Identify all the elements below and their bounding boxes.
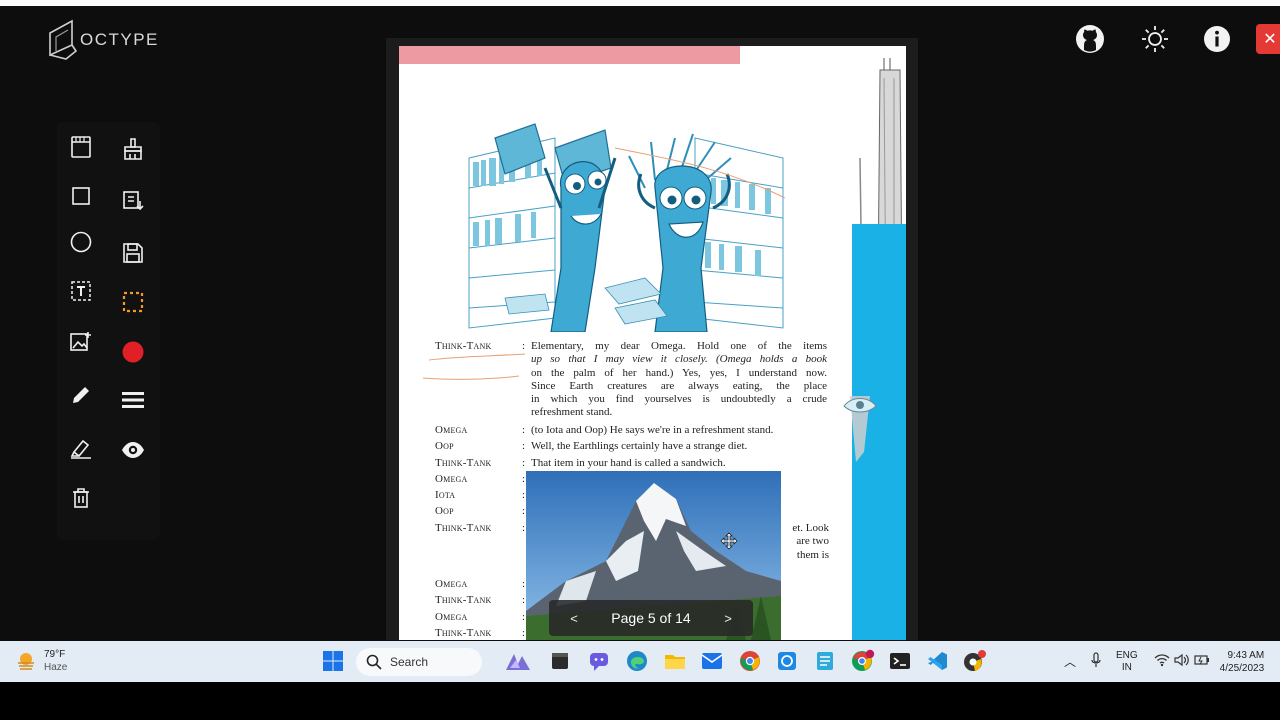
battery-icon[interactable] — [1194, 654, 1210, 669]
speaker-name: Oop — [435, 440, 454, 452]
drawing-toolbar — [57, 122, 160, 540]
library-illustration — [465, 123, 785, 332]
page-indicator: Page 5 of 14 — [611, 610, 691, 626]
speaker-name: Omega — [435, 424, 468, 436]
speaker-name: Omega — [435, 611, 468, 623]
taskbar: 79°F Haze Search ︿ ENG IN 9:43 AM 4/25/2… — [0, 641, 1280, 682]
page-header-bar — [399, 46, 740, 64]
snipping-tool-icon[interactable] — [775, 649, 799, 673]
tray-expand-icon[interactable]: ︿ — [1062, 653, 1078, 670]
pencil-icon[interactable] — [64, 378, 98, 412]
speaker-name: Omega — [435, 473, 468, 485]
document-icon[interactable] — [64, 130, 98, 164]
sun-icon[interactable] — [1138, 22, 1172, 56]
logo-mark-icon — [49, 19, 78, 60]
add-image-icon[interactable] — [64, 325, 98, 359]
dialogue-text: et. Look are two them is — [792, 522, 829, 561]
dialogue-text: That item in your hand is called a sandw… — [531, 457, 726, 469]
pencil-eye-icon — [843, 396, 877, 462]
chrome-profile-icon[interactable] — [851, 649, 875, 673]
close-icon[interactable]: ✕ — [1256, 24, 1280, 54]
chrome-icon[interactable] — [738, 649, 762, 673]
app-logo: OCTYPE — [46, 14, 159, 62]
next-page-button[interactable]: > — [717, 611, 739, 626]
clock-time: 9:43 AM — [1227, 649, 1265, 661]
dialogue-text: Well, the Earthlings certainly have a st… — [531, 440, 748, 452]
search-input[interactable]: Search — [356, 648, 482, 676]
haze-weather-icon — [18, 653, 34, 670]
volume-icon[interactable] — [1174, 653, 1190, 670]
color-dot[interactable] — [116, 335, 150, 369]
chat-icon[interactable] — [587, 649, 611, 673]
notepad-icon[interactable] — [813, 649, 837, 673]
top-edge — [0, 0, 1280, 6]
app-window: OCTYPE ✕ Think-Tank: Elementary, my dea… — [0, 0, 1280, 720]
save-icon[interactable] — [116, 236, 150, 270]
eraser-brush-icon[interactable] — [116, 132, 150, 166]
clock-date: 4/25/2023 — [1219, 662, 1265, 674]
speaker-name: Oop — [435, 505, 454, 517]
highlighter-icon[interactable] — [64, 431, 98, 465]
mail-icon[interactable] — [700, 649, 724, 673]
trash-icon[interactable] — [64, 481, 98, 515]
weather-widget[interactable]: 79°F Haze — [16, 648, 67, 674]
microphone-icon[interactable] — [1090, 652, 1102, 671]
speaker-name: Think-Tank — [435, 627, 492, 639]
search-label: Search — [390, 655, 429, 669]
speaker-name: Think-Tank — [435, 340, 492, 352]
weather-desc: Haze — [44, 662, 68, 673]
region-code: IN — [1121, 661, 1132, 673]
square-icon[interactable] — [64, 179, 98, 213]
speaker-name: Omega — [435, 578, 468, 590]
letterbox-bottom — [0, 682, 1280, 720]
eye-icon[interactable] — [116, 433, 150, 467]
language-indicator[interactable]: ENG IN — [1116, 650, 1138, 674]
console-icon[interactable] — [888, 649, 912, 673]
vscode-icon[interactable] — [925, 649, 949, 673]
speaker-name: Think-Tank — [435, 522, 492, 534]
text-box-icon[interactable] — [64, 274, 98, 308]
logo-text: OCTYPE — [80, 30, 159, 49]
language-code: ENG — [1116, 649, 1138, 661]
search-icon — [366, 654, 382, 670]
clock[interactable]: 9:43 AM 4/25/2023 — [1220, 649, 1265, 675]
dialogue-text: Elementary, my dear Omega. Hold one of t… — [531, 340, 827, 419]
speaker-name: Iota — [435, 489, 456, 501]
prev-page-button[interactable]: < — [563, 611, 585, 626]
dialogue-text: (to Iota and Oop) He says we're in a ref… — [531, 424, 774, 436]
github-icon[interactable] — [1073, 22, 1107, 56]
speaker-name: Think-Tank — [435, 457, 492, 469]
selection-icon[interactable] — [116, 285, 150, 319]
edge-icon[interactable] — [625, 649, 649, 673]
speaker-name: Think-Tank — [435, 594, 492, 606]
terminal-icon[interactable] — [548, 649, 572, 673]
wifi-icon[interactable] — [1154, 653, 1170, 670]
circle-icon[interactable] — [64, 225, 98, 259]
weather-temp: 79°F — [44, 649, 66, 660]
page-navigator: < Page 5 of 14 > — [549, 600, 753, 636]
info-icon[interactable] — [1200, 22, 1234, 56]
widget-icon[interactable] — [502, 649, 532, 673]
move-cursor-icon — [720, 532, 738, 550]
document-page[interactable]: Think-Tank : Elementary, my dear Omega. … — [399, 46, 906, 640]
line-weight-icon[interactable] — [116, 383, 150, 417]
windows-start-icon[interactable] — [321, 649, 345, 673]
import-icon[interactable] — [116, 184, 150, 218]
file-explorer-icon[interactable] — [663, 649, 687, 673]
app-icon[interactable] — [962, 649, 986, 673]
